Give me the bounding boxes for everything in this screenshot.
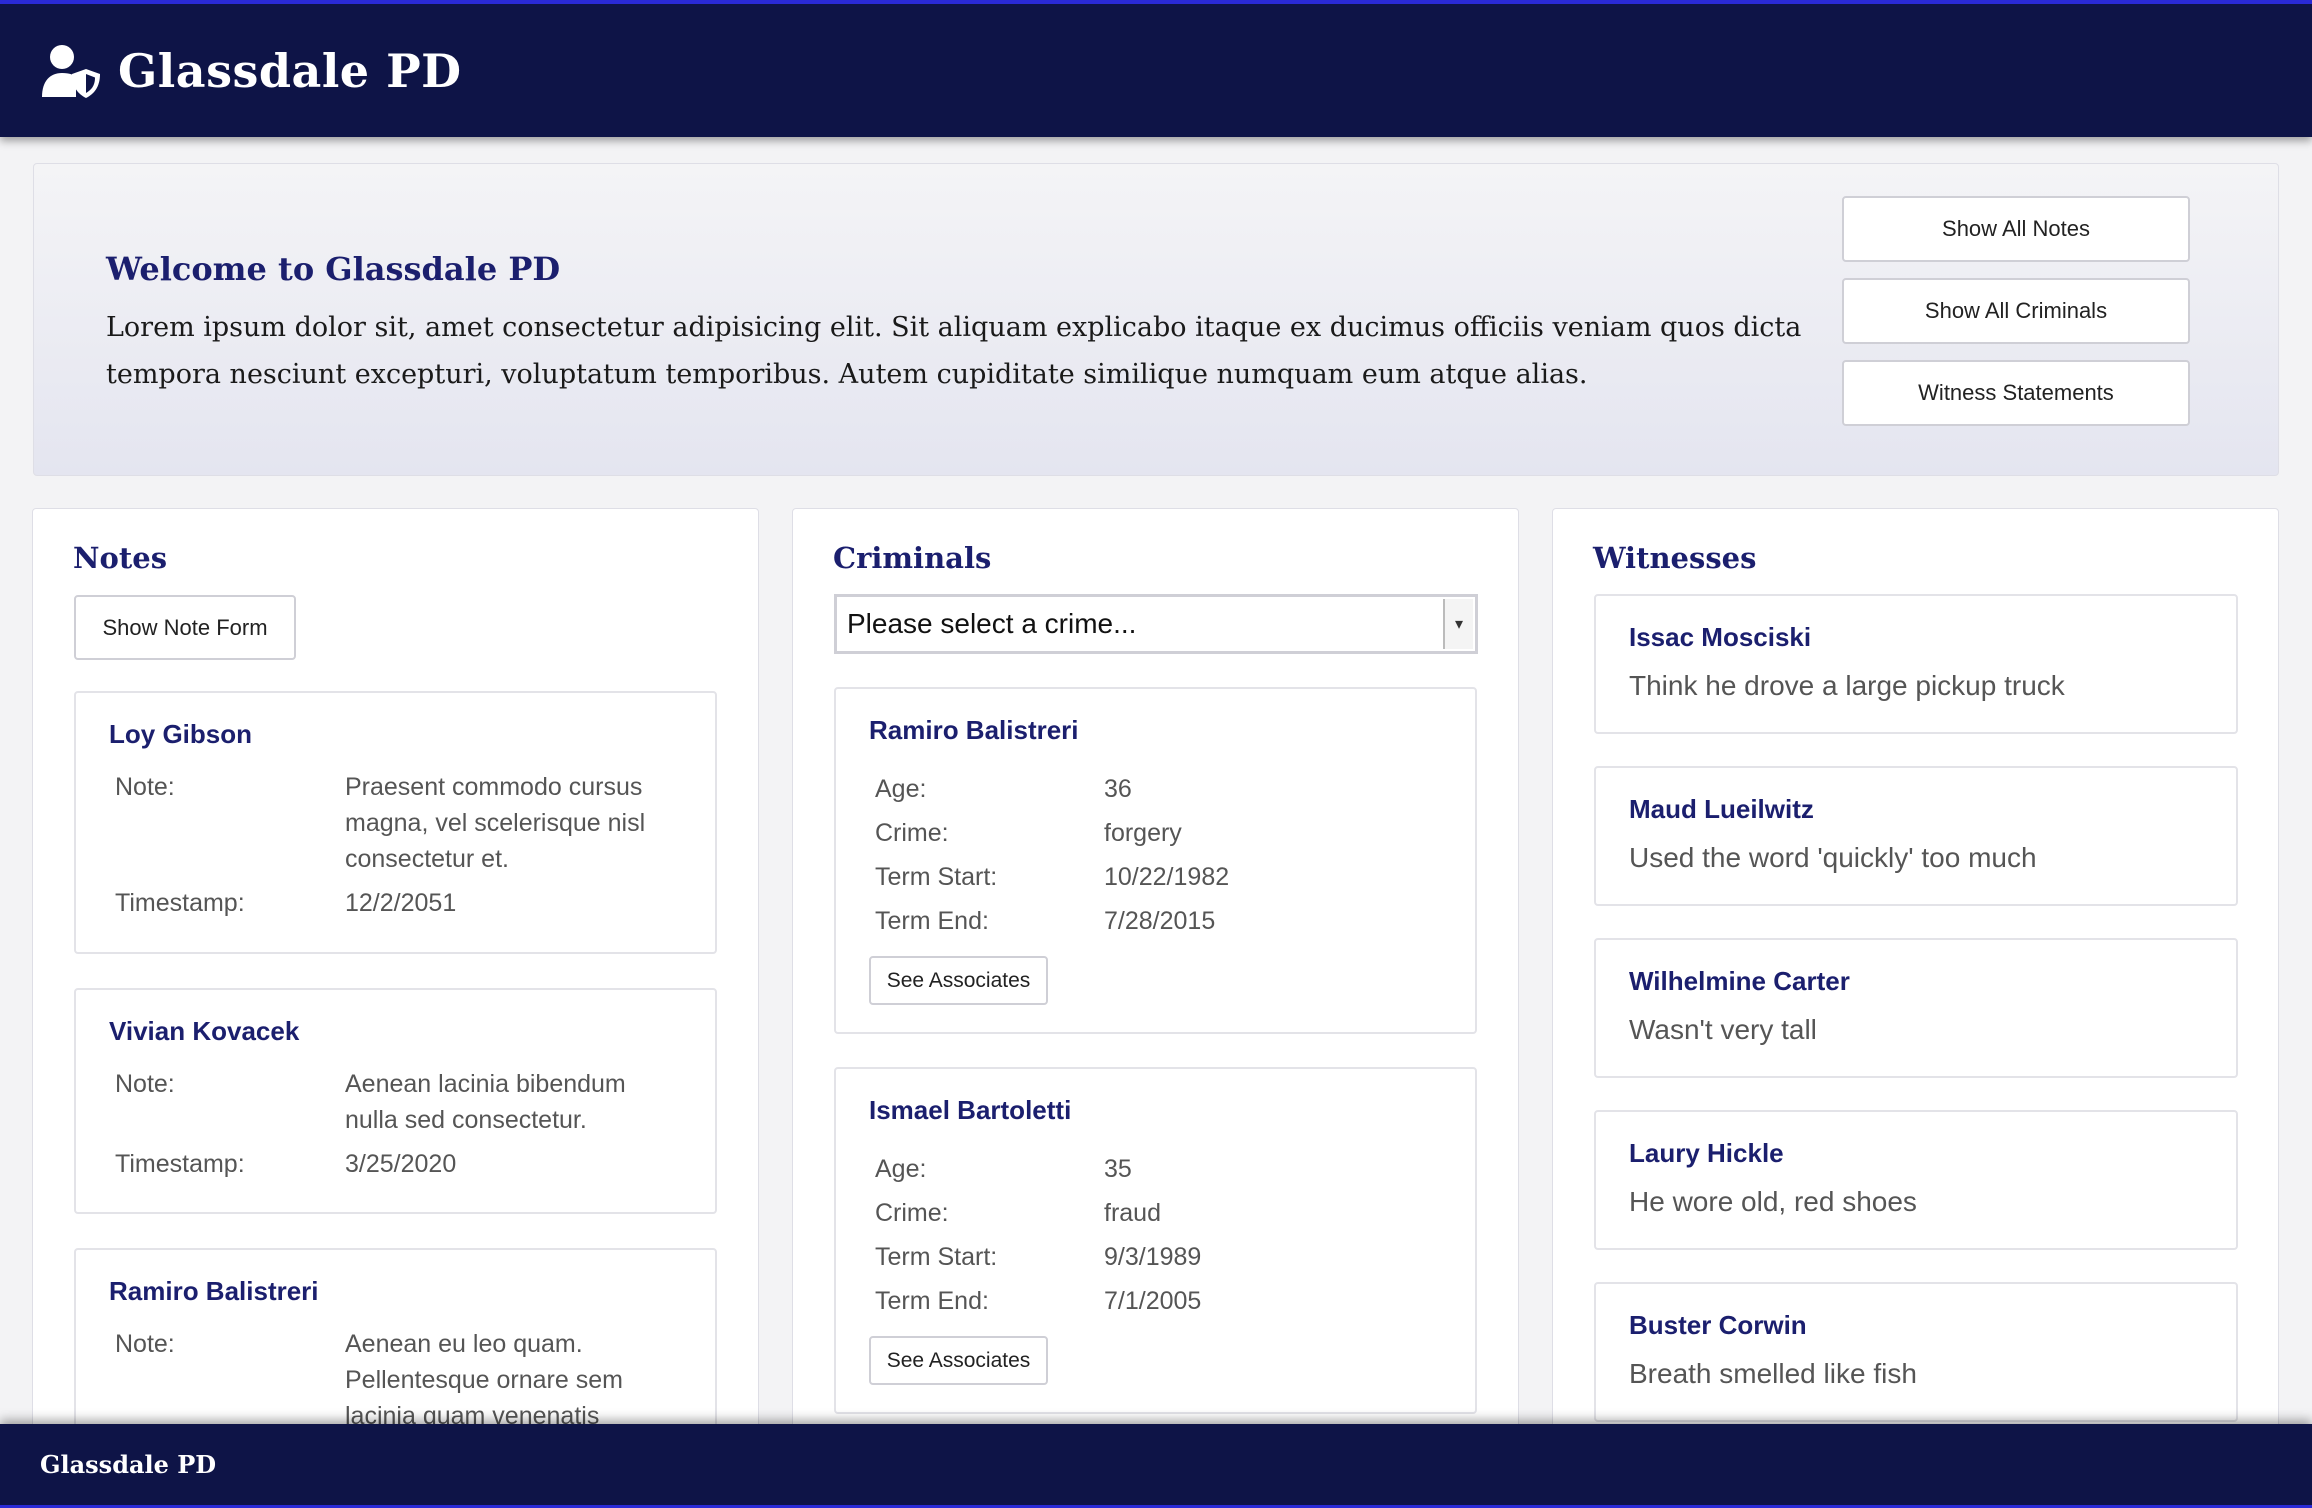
timestamp-label: Timestamp: (115, 889, 245, 917)
nav-buttons: Show All Notes Show All Criminals Witnes… (1842, 196, 2190, 442)
crime-label: Crime: (875, 819, 949, 847)
crime-select[interactable]: Please select a crime... ▾ (834, 594, 1478, 654)
note-timestamp: 3/25/2020 (345, 1150, 457, 1178)
criminal-card: Ismael Bartoletti Age: 35 Crime: fraud Ter… (834, 1067, 1477, 1414)
note-author: Vivian Kovacek (109, 1016, 300, 1046)
crime-select-value: Please select a crime... (847, 608, 1137, 639)
term-end-label: Term End: (875, 1287, 989, 1315)
criminal-term-start: 10/22/1982 (1104, 863, 1230, 891)
criminals-column: Criminals Please select a crime... ▾ Ram… (792, 508, 1519, 1458)
term-end-label: Term End: (875, 907, 989, 935)
note-details: Note: Aenean lacinia bibendum nulla sed … (115, 1066, 685, 1182)
note-label: Note: (115, 1070, 175, 1098)
witness-statement: Used the word 'quickly' too much (1629, 842, 2037, 873)
witness-card: Maud Lueilwitz Used the word 'quickly' t… (1594, 766, 2238, 906)
note-card: Vivian Kovacek Note: Aenean lacinia bibe… (74, 988, 717, 1214)
welcome-panel: Welcome to Glassdale PD Lorem ipsum dolo… (33, 163, 2279, 476)
witness-name: Wilhelmine Carter (1629, 966, 1850, 996)
criminal-crime: forgery (1104, 819, 1182, 847)
criminal-name: Ismael Bartoletti (869, 1095, 1072, 1125)
witness-name: Maud Lueilwitz (1629, 794, 1814, 824)
criminal-age: 36 (1104, 775, 1132, 803)
criminal-term-end: 7/28/2015 (1104, 907, 1216, 935)
witness-statement: He wore old, red shoes (1629, 1186, 1917, 1217)
see-associates-button[interactable]: See Associates (869, 1336, 1048, 1385)
witnesses-title: Witnesses (1593, 541, 1757, 575)
user-shield-icon (42, 44, 100, 98)
dropdown-arrow-icon[interactable]: ▾ (1443, 599, 1473, 649)
note-details: Note: Aenean eu leo quam. Pellentesque o… (115, 1326, 685, 1434)
timestamp-label: Timestamp: (115, 1150, 245, 1178)
site-title: Glassdale PD (118, 43, 462, 98)
criminal-details: Age: 36 Crime: forgery Term Start: 10/22/19… (875, 767, 1445, 943)
age-label: Age: (875, 775, 927, 803)
term-start-label: Term Start: (875, 1243, 998, 1271)
term-start-label: Term Start: (875, 863, 998, 891)
witness-card: Issac Mosciski Think he drove a large pi… (1594, 594, 2238, 734)
note-text: Praesent commodo cursus magna, vel scele… (345, 773, 646, 873)
see-associates-button[interactable]: See Associates (869, 956, 1048, 1005)
show-note-form-button[interactable]: Show Note Form (74, 595, 296, 660)
note-timestamp: 12/2/2051 (345, 889, 457, 917)
note-label: Note: (115, 773, 175, 801)
notes-column: Notes Show Note Form Loy Gibson Note: Pr… (32, 508, 759, 1458)
witness-name: Issac Mosciski (1629, 622, 1812, 652)
welcome-title: Welcome to Glassdale PD (106, 250, 561, 288)
note-author: Ramiro Balistreri (109, 1276, 319, 1306)
age-label: Age: (875, 1155, 927, 1183)
witness-card: Laury Hickle He wore old, red shoes (1594, 1110, 2238, 1250)
note-author: Loy Gibson (109, 719, 252, 749)
witness-card: Buster Corwin Breath smelled like fish (1594, 1282, 2238, 1422)
criminal-details: Age: 35 Crime: fraud Term Start: 9/3/1989 T… (875, 1147, 1445, 1323)
notes-title: Notes (73, 541, 168, 575)
show-all-notes-button[interactable]: Show All Notes (1842, 196, 2190, 262)
criminal-card: Ramiro Balistreri Age: 36 Crime: forgery T… (834, 687, 1477, 1034)
note-card: Loy Gibson Note: Praesent commodo cursus… (74, 691, 717, 954)
witness-name: Buster Corwin (1629, 1310, 1807, 1340)
note-label: Note: (115, 1330, 175, 1358)
site-header: Glassdale PD (0, 0, 2312, 137)
witness-card: Wilhelmine Carter Wasn't very tall (1594, 938, 2238, 1078)
criminal-crime: fraud (1104, 1199, 1161, 1227)
note-text: Aenean lacinia bibendum nulla sed consec… (345, 1070, 626, 1134)
crime-label: Crime: (875, 1199, 949, 1227)
criminal-term-start: 9/3/1989 (1104, 1243, 1202, 1271)
witnesses-column: Witnesses Issac Mosciski Think he drove … (1552, 508, 2279, 1458)
show-all-criminals-button[interactable]: Show All Criminals (1842, 278, 2190, 344)
witness-statement: Think he drove a large pickup truck (1629, 670, 2065, 701)
criminal-name: Ramiro Balistreri (869, 715, 1079, 745)
note-text: Aenean eu leo quam. Pellentesque ornare … (345, 1330, 623, 1430)
site-footer: Glassdale PD (0, 1424, 2312, 1508)
welcome-text: Lorem ipsum dolor sit, amet consectetur … (106, 312, 1802, 390)
witness-statement: Breath smelled like fish (1629, 1358, 1917, 1389)
criminal-age: 35 (1104, 1155, 1132, 1183)
criminal-term-end: 7/1/2005 (1104, 1287, 1202, 1315)
witness-statements-button[interactable]: Witness Statements (1842, 360, 2190, 426)
witness-name: Laury Hickle (1629, 1138, 1784, 1168)
criminals-title: Criminals (833, 541, 992, 575)
witness-statement: Wasn't very tall (1629, 1014, 1817, 1045)
note-details: Note: Praesent commodo cursus magna, vel… (115, 769, 685, 921)
footer-title: Glassdale PD (40, 1450, 217, 1479)
